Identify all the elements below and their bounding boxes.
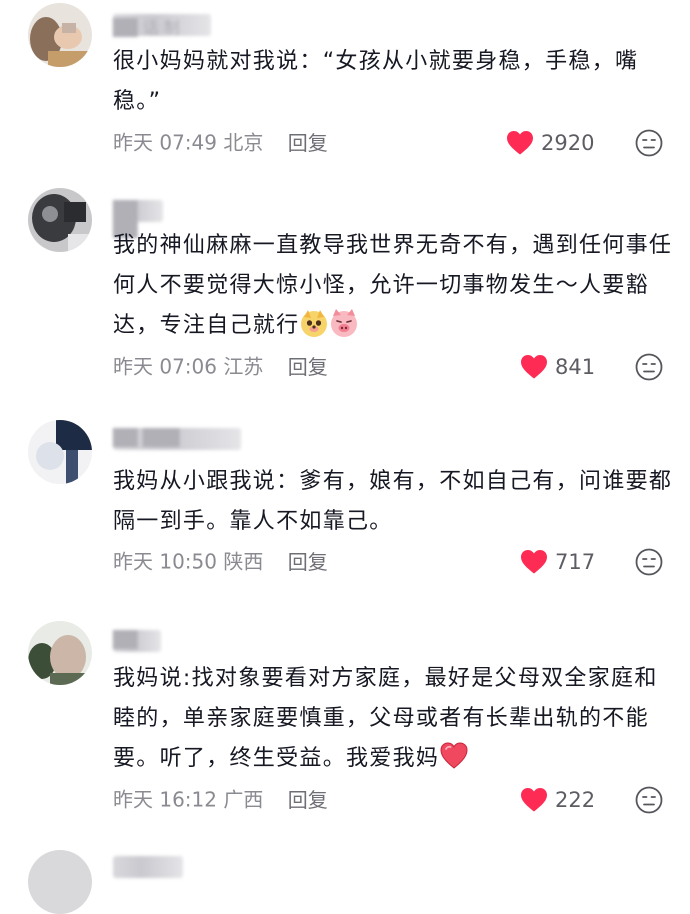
avatar-image [28,850,92,914]
comment-meta: 昨天 16:12 广西 回复 [113,783,328,813]
reply-button[interactable]: 回复 [288,788,328,812]
comment-text: 我妈说:找对象要看对方家庭，最好是父母双全家庭和睦的，单亲家庭要慎重，父母或者有… [113,666,658,771]
comment-location: 广西 [223,787,264,812]
username[interactable] [113,856,183,878]
avatar[interactable] [28,850,92,914]
avatar-image [28,621,92,685]
comment-item: ██ 我妈说:找对象要看对方家庭，最好是父母双全家庭和睦的，单亲家庭要慎重，父母… [0,0,690,830]
red-heart-emoji-icon [440,742,468,769]
like-button[interactable]: 222 [520,785,620,815]
dislike-face-icon[interactable] [634,785,664,815]
username[interactable]: ██ [113,630,161,652]
comment-time: 昨天 16:12 [113,787,217,812]
like-count: 222 [555,788,596,812]
heart-icon [521,788,547,812]
avatar[interactable] [28,621,92,685]
